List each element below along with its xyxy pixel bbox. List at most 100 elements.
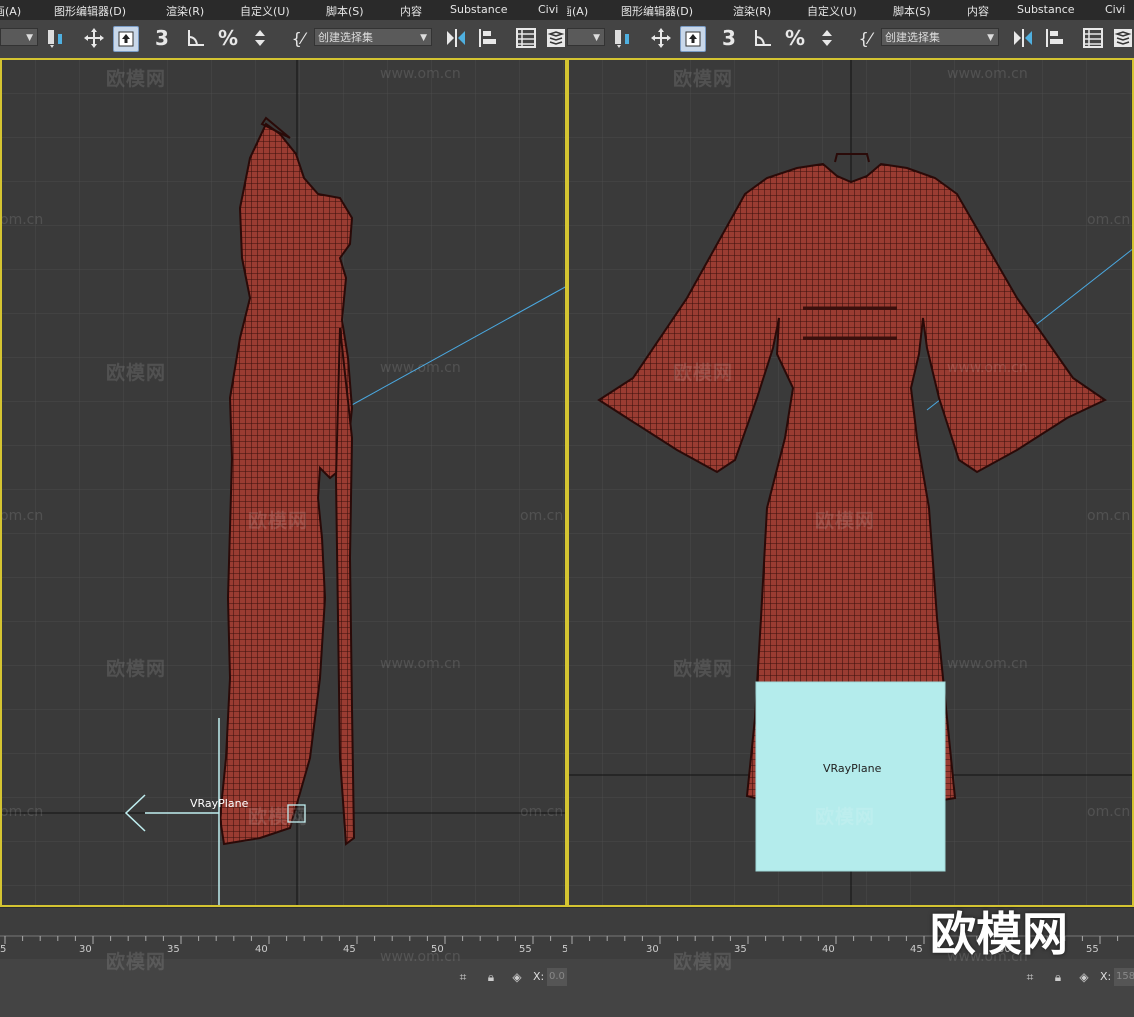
scene-explorer-icon[interactable] [1079, 24, 1107, 52]
watermark-url: om.cn [520, 804, 564, 820]
spinner-snap-icon[interactable] [246, 24, 274, 52]
watermark-url: om.cn [0, 212, 44, 228]
align-icon[interactable] [474, 24, 502, 52]
watermark-url: www.om.cn [947, 360, 1028, 376]
menu-item-scripting[interactable]: 脚本(S) [893, 3, 931, 19]
chevron-down-icon: ▼ [420, 33, 427, 43]
mirror-icon[interactable] [442, 24, 470, 52]
edit-named-selection-icon[interactable]: {⁄ [851, 24, 879, 52]
tick-label: 35 [167, 944, 180, 955]
watermark-text: 欧模网 [106, 68, 167, 90]
status-bar: 欧模网 www.om.cn [0, 949, 567, 1017]
tick-label: 45 [910, 944, 923, 955]
x-coordinate-label: X: [533, 970, 545, 983]
tick-label: 40 [255, 944, 268, 955]
menu-item-scripting[interactable]: 脚本(S) [326, 3, 364, 19]
vray-plane-light[interactable] [755, 681, 946, 872]
lock-icon[interactable]: 🔒︎ [1051, 970, 1065, 984]
layer-explorer-icon[interactable] [542, 24, 567, 52]
isolate-selection-icon[interactable]: ⌗ [456, 970, 470, 984]
tick-label: 45 [343, 944, 356, 955]
tick-label: 55 [519, 944, 532, 955]
angle-snap-icon[interactable] [749, 24, 777, 52]
edit-named-selection-icon[interactable]: {⁄ [284, 24, 312, 52]
align-icon[interactable] [1041, 24, 1069, 52]
watermark-text: 欧模网 [673, 362, 734, 384]
menu-item-substance[interactable]: Substance [1017, 3, 1075, 16]
lock-icon[interactable]: 🔒︎ [484, 970, 498, 984]
absolute-mode-icon[interactable]: ◈ [1077, 970, 1091, 984]
move-icon[interactable] [80, 24, 108, 52]
tick-label: 40 [822, 944, 835, 955]
menu-item-civil[interactable]: Civi [1105, 3, 1125, 16]
chevron-down-icon: ▼ [26, 33, 33, 43]
right-panel: 画(A) 图形编辑器(D) 渲染(R) 自定义(U) 脚本(S) 内容 Subs… [567, 0, 1134, 1017]
timeline[interactable]: 5 30 35 40 45 50 55 5 [0, 907, 567, 960]
menu-item-substance[interactable]: Substance [450, 3, 508, 16]
watermark-text: 欧模网 [815, 806, 876, 828]
corner-watermark: 欧模网 [930, 907, 1068, 961]
scene-explorer-icon[interactable] [512, 24, 540, 52]
tick-label: 5 [0, 944, 7, 955]
watermark-url: om.cn [1087, 212, 1131, 228]
menu-item-content[interactable]: 内容 [400, 3, 422, 19]
left-panel: 画(A) 图形编辑器(D) 渲染(R) 自定义(U) 脚本(S) 内容 Subs… [0, 0, 567, 1017]
snap-toggle-icon[interactable]: 3 [148, 24, 176, 52]
menu-item-animation[interactable]: 画(A) [0, 3, 21, 19]
mirror-icon[interactable] [1009, 24, 1037, 52]
watermark-text: 欧模网 [248, 510, 309, 532]
x-coordinate-field[interactable]: 158 [1114, 968, 1134, 986]
timeline-labels: 5 30 35 40 45 50 55 5 [0, 944, 567, 958]
left-viewport[interactable]: VRayPlane 欧模网 www.om.cn om.cn 欧模网 www.om… [0, 58, 567, 907]
coordinate-dropdown[interactable]: ▼ [567, 28, 605, 46]
select-manipulate-icon[interactable] [680, 26, 706, 52]
chevron-down-icon: ▼ [593, 33, 600, 43]
watermark-url: www.om.cn [380, 949, 461, 965]
menu-item-animation[interactable]: 画(A) [567, 3, 588, 19]
move-icon[interactable] [647, 24, 675, 52]
select-manipulate-icon[interactable] [113, 26, 139, 52]
watermark-url: www.om.cn [947, 66, 1028, 82]
menu-item-civil[interactable]: Civi [538, 3, 558, 16]
watermark-text: 欧模网 [673, 658, 734, 680]
absolute-mode-icon[interactable]: ◈ [510, 970, 524, 984]
right-viewport[interactable]: VRayPlane 欧模网 www.om.cn om.cn 欧模网 www.om… [567, 58, 1134, 907]
watermark-url: www.om.cn [380, 360, 461, 376]
named-selection-set-dropdown[interactable]: 创建选择集 ▼ [881, 28, 999, 46]
watermark-url: www.om.cn [380, 66, 461, 82]
watermark-url: om.cn [0, 804, 44, 820]
x-coordinate-label: X: [1100, 970, 1112, 983]
isolate-selection-icon[interactable]: ⌗ [1023, 970, 1037, 984]
tick-label: 30 [646, 944, 659, 955]
menu-bar: 画(A) 图形编辑器(D) 渲染(R) 自定义(U) 脚本(S) 内容 Subs… [567, 0, 1134, 20]
watermark-url: www.om.cn [380, 656, 461, 672]
watermark-text: 欧模网 [248, 806, 309, 828]
status-bar: 欧模网 www.om.cn [567, 949, 1134, 1017]
watermark-url: www.om.cn [947, 656, 1028, 672]
menu-item-customize[interactable]: 自定义(U) [807, 3, 857, 19]
spinner-snap-icon[interactable] [813, 24, 841, 52]
menu-item-graph-editors[interactable]: 图形编辑器(D) [54, 3, 126, 19]
x-coordinate-field[interactable]: 0.0 [547, 968, 567, 986]
named-selection-set-dropdown[interactable]: 创建选择集 ▼ [314, 28, 432, 46]
layer-explorer-icon[interactable] [1109, 24, 1134, 52]
watermark-text: 欧模网 [106, 951, 167, 973]
watermark-url: om.cn [1087, 508, 1131, 524]
left-viewport-canvas [0, 58, 567, 907]
menu-item-graph-editors[interactable]: 图形编辑器(D) [621, 3, 693, 19]
vray-plane-label: VRayPlane [190, 797, 249, 810]
pivot-icon[interactable] [42, 24, 70, 52]
menu-item-customize[interactable]: 自定义(U) [240, 3, 290, 19]
percent-snap-icon[interactable]: % [214, 24, 242, 52]
coordinate-dropdown[interactable]: ▼ [0, 28, 38, 46]
menu-item-rendering[interactable]: 渲染(R) [166, 3, 204, 19]
pivot-icon[interactable] [609, 24, 637, 52]
menu-item-rendering[interactable]: 渲染(R) [733, 3, 771, 19]
main-toolbar: ▼ 3 % {⁄ 创建选择集 ▼ [0, 20, 567, 59]
percent-snap-icon[interactable]: % [781, 24, 809, 52]
watermark-url: om.cn [0, 508, 44, 524]
menu-item-content[interactable]: 内容 [967, 3, 989, 19]
watermark-text: 欧模网 [673, 951, 734, 973]
snap-toggle-icon[interactable]: 3 [715, 24, 743, 52]
angle-snap-icon[interactable] [182, 24, 210, 52]
